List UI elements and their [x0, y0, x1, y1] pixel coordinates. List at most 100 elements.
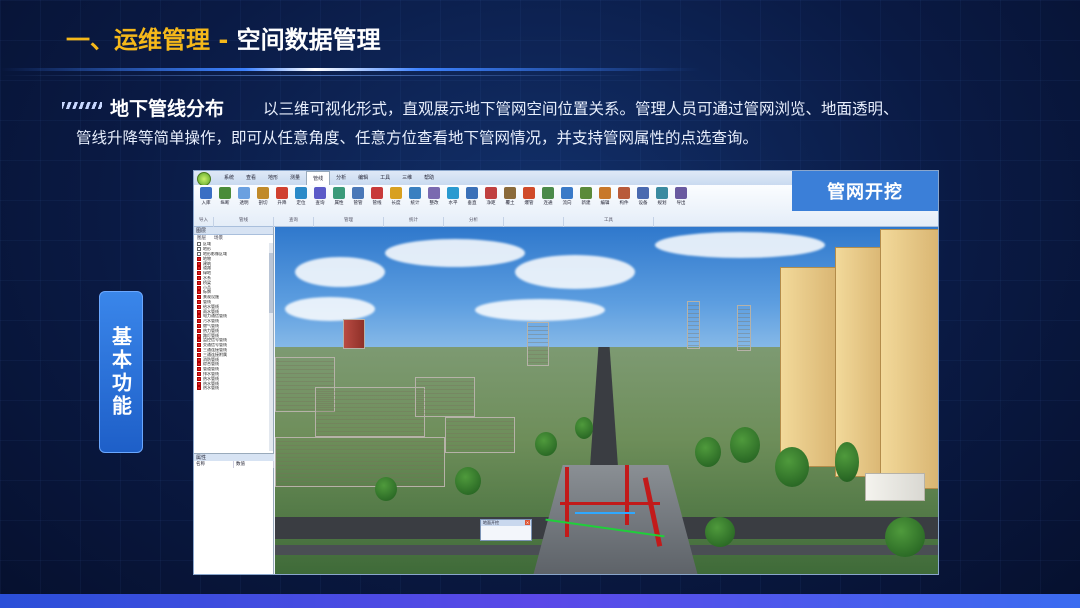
menu-item[interactable]: 测量 [284, 171, 306, 185]
menu-item[interactable]: 查看 [240, 171, 262, 185]
menu-item[interactable]: 地形 [262, 171, 284, 185]
layer-checkbox[interactable] [197, 376, 201, 381]
menu-item[interactable]: 三维 [396, 171, 418, 185]
tree [695, 437, 721, 467]
ribbon-button-label: 覆土 [505, 201, 515, 206]
excavation-dialog[interactable]: 地面开挖 × [480, 519, 532, 541]
ribbon-button-label: 统计 [410, 201, 420, 206]
layer-checkbox[interactable] [197, 386, 201, 391]
layer-checkbox[interactable] [197, 271, 201, 276]
cover-icon [504, 187, 516, 199]
layer-tree-item[interactable]: 热水管线 [197, 386, 273, 391]
plan-icon [656, 187, 668, 199]
ribbon-button-label: 长度 [391, 201, 401, 206]
tab-layers[interactable]: 图层 [197, 235, 206, 242]
layer-checkbox[interactable] [197, 295, 201, 300]
underground-pipe[interactable] [560, 502, 660, 505]
layer-panel: 图层 图层 场景 区域 地形 地形影像区域 地物 建筑 道路 绿地 水系 桥梁 小品 标牌 景观设施管… [194, 227, 274, 574]
layer-checkbox[interactable] [197, 347, 201, 352]
ribbon-button-label: 透明 [239, 201, 249, 206]
high-rise-building [780, 267, 838, 467]
tree [575, 417, 593, 439]
feature-badge: 管网开挖 [792, 171, 938, 211]
menu-item[interactable]: 工具 [374, 171, 396, 185]
description-line-1: 以三维可视化形式，直观展示地下管网空间位置关系。管理人员可通过管网浏览、地面透明… [263, 100, 899, 118]
cloud [385, 239, 525, 267]
underground-pipe[interactable] [575, 512, 635, 514]
pipe-pipe-icon [352, 187, 364, 199]
layer-checkbox[interactable] [197, 275, 201, 280]
ribbon-button-label: 剖切 [258, 201, 268, 206]
layer-checkbox[interactable] [197, 371, 201, 376]
database-icon [200, 187, 212, 199]
layer-checkbox[interactable] [197, 251, 201, 256]
layer-checkbox[interactable] [197, 280, 201, 285]
building [343, 319, 365, 349]
menu-item[interactable]: 系统 [218, 171, 240, 185]
scroll-thumb[interactable] [269, 253, 273, 313]
flow-icon [561, 187, 573, 199]
ribbon-button-label: 垂直 [467, 201, 477, 206]
tree [775, 447, 809, 487]
layer-tree: 区域 地形 地形影像区域 地物 建筑 道路 绿地 水系 桥梁 小品 标牌 景观设施 管线 给水管线 雨水管线… [194, 242, 273, 391]
ribbon-button-label: 流向 [562, 201, 572, 206]
ribbon-group-label: 导入 [194, 217, 214, 227]
layer-checkbox[interactable] [197, 357, 201, 362]
vertical-icon [466, 187, 478, 199]
layer-checkbox[interactable] [197, 343, 201, 348]
layer-checkbox[interactable] [197, 285, 201, 290]
building [275, 437, 445, 487]
component-icon [618, 187, 630, 199]
high-rise-building [880, 229, 938, 489]
layer-checkbox[interactable] [197, 319, 201, 324]
3d-scene-view[interactable]: 地面开挖 × [275, 227, 938, 574]
ribbon-button-label: 纵断 [220, 201, 230, 206]
app-logo-icon[interactable] [197, 172, 211, 186]
burst-icon [523, 187, 535, 199]
menu-item[interactable]: 管线 [306, 171, 331, 185]
building [415, 377, 475, 417]
layer-checkbox[interactable] [197, 266, 201, 271]
layer-checkbox[interactable] [197, 381, 201, 386]
query-icon [314, 187, 326, 199]
description-line-2: 管线升降等简单操作，即可从任意角度、任意方位查看地下管网情况，并支持管网属性的点… [76, 129, 759, 147]
menu-item[interactable]: 帮助 [418, 171, 440, 185]
layer-checkbox[interactable] [197, 338, 201, 343]
close-icon[interactable]: × [525, 520, 530, 525]
ribbon-button-label: 连通 [543, 201, 553, 206]
layer-checkbox[interactable] [197, 367, 201, 372]
underground-pipe[interactable] [625, 465, 629, 525]
ribbon-group-label: 分析 [444, 217, 504, 227]
layer-checkbox[interactable] [197, 247, 201, 252]
layer-checkbox[interactable] [197, 261, 201, 266]
horizontal-icon [447, 187, 459, 199]
ribbon-button-label: 编辑 [600, 201, 610, 206]
layer-panel-tabs: 图层 场景 [194, 235, 273, 242]
menu-item[interactable]: 分析 [330, 171, 352, 185]
ribbon-button-label: 定位 [296, 201, 306, 206]
layer-checkbox[interactable] [197, 309, 201, 314]
layer-checkbox[interactable] [197, 328, 201, 333]
layer-scrollbar[interactable] [269, 243, 273, 451]
layer-checkbox[interactable] [197, 314, 201, 319]
ribbon-button-label: 构件 [619, 201, 629, 206]
layer-checkbox[interactable] [197, 352, 201, 357]
layer-checkbox[interactable] [197, 290, 201, 295]
ribbon-button-label: 管管 [353, 201, 363, 206]
layer-checkbox[interactable] [197, 256, 201, 261]
layer-checkbox[interactable] [197, 333, 201, 338]
tab-scene[interactable]: 场景 [214, 235, 223, 242]
tree [705, 517, 735, 547]
slide-title: 一、运维管理 - 空间数据管理 [66, 20, 381, 55]
layer-checkbox[interactable] [197, 304, 201, 309]
layer-checkbox[interactable] [197, 323, 201, 328]
fix-icon [428, 187, 440, 199]
cloud [515, 255, 635, 289]
tree [730, 427, 760, 463]
lift-icon [276, 187, 288, 199]
menu-item[interactable]: 编辑 [352, 171, 374, 185]
layer-checkbox[interactable] [197, 242, 201, 247]
clearance-icon [485, 187, 497, 199]
layer-checkbox[interactable] [197, 362, 201, 367]
layer-checkbox[interactable] [197, 299, 201, 304]
